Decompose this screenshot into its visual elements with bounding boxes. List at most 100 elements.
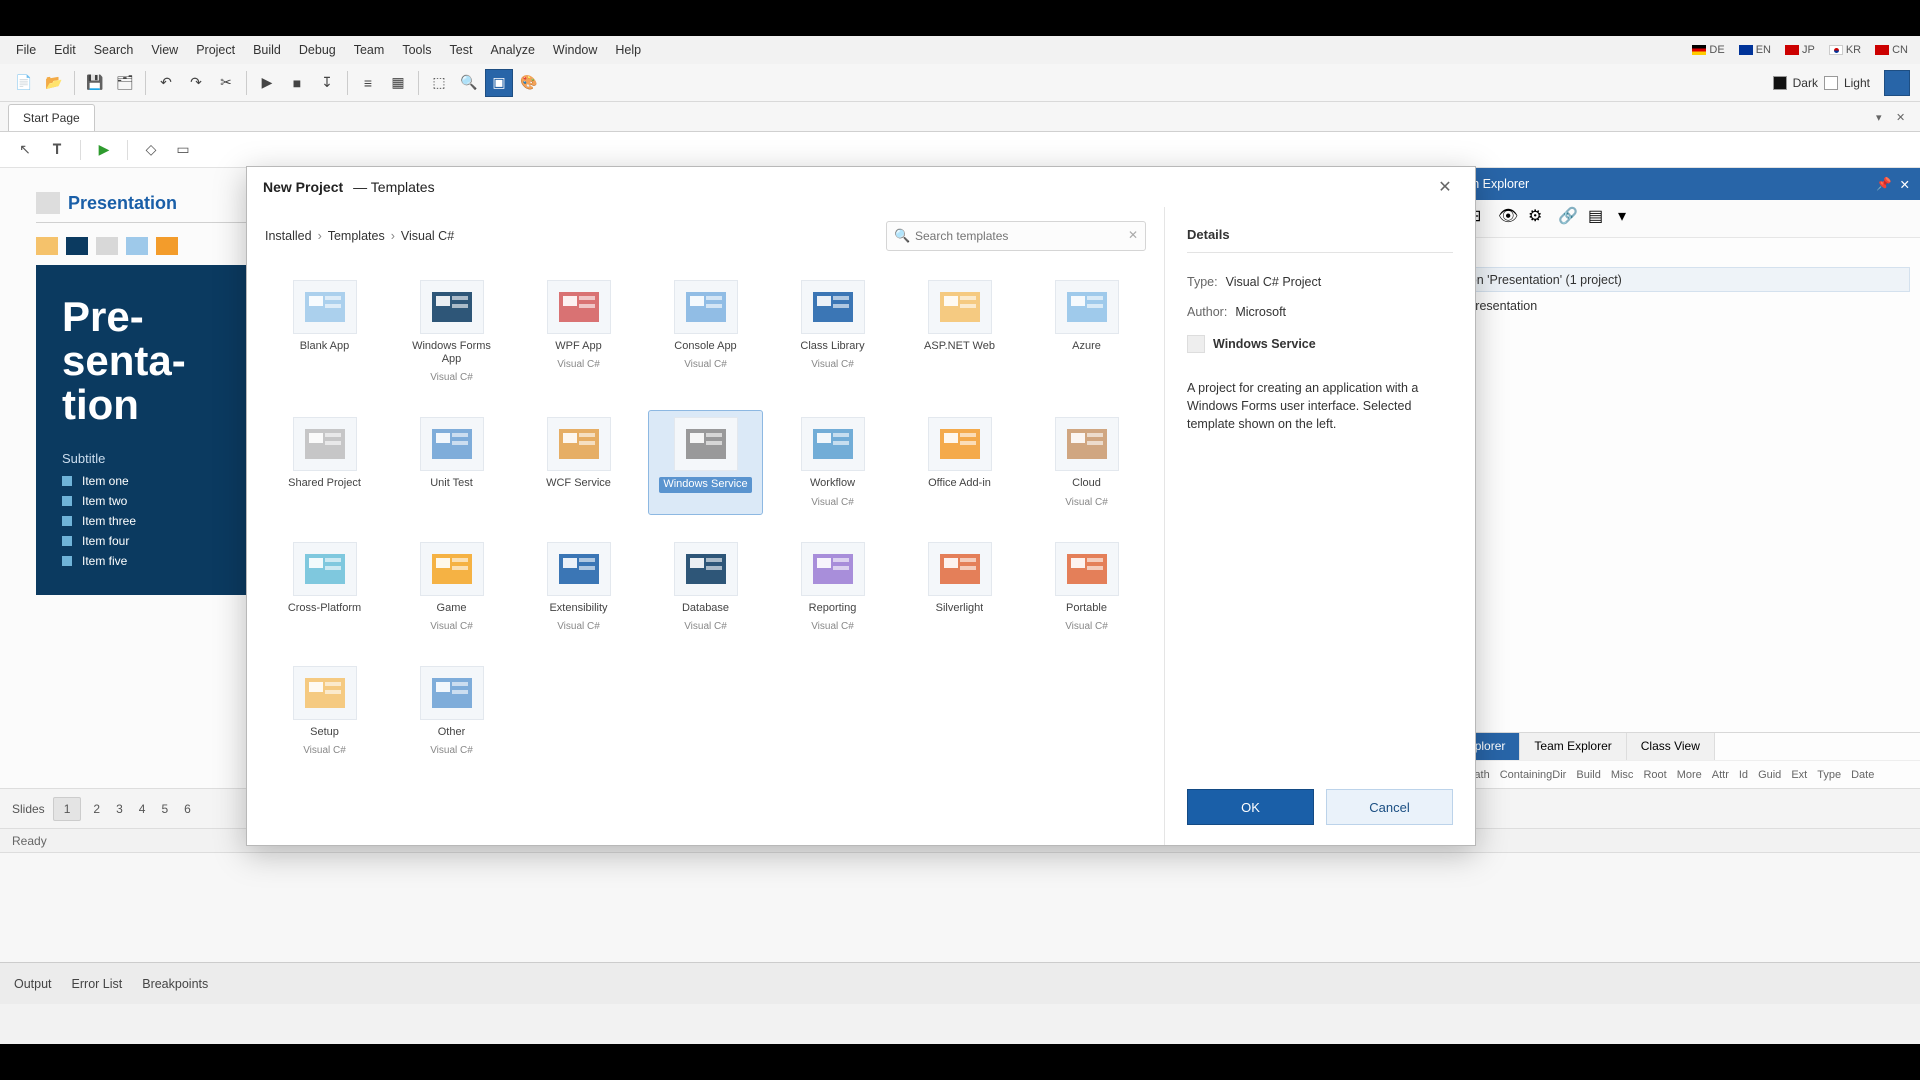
crumb[interactable]: Installed <box>265 229 312 243</box>
shape-tool-icon[interactable]: ◇ <box>138 137 164 163</box>
template-tile[interactable]: Silverlight <box>902 535 1017 639</box>
breakpoints-tab[interactable]: Breakpoints <box>140 973 210 995</box>
dialog-title-bar[interactable]: New Project — Templates ✕ <box>247 167 1475 207</box>
slide-thumb[interactable]: 1 <box>53 797 82 821</box>
color-swatch-light[interactable] <box>1824 76 1838 90</box>
show-all-icon[interactable]: 👁 <box>1498 206 1524 232</box>
properties-icon[interactable]: ⚙ <box>1528 206 1554 232</box>
output-tab[interactable]: Output <box>12 973 54 995</box>
play-slide-icon[interactable]: ▶ <box>91 137 117 163</box>
dialog-close-button[interactable]: ✕ <box>1431 173 1459 201</box>
panel-pin-icon[interactable]: 📌 <box>1876 177 1892 192</box>
template-tile[interactable]: Azure <box>1029 273 1144 390</box>
save-all-button[interactable]: 🗂 <box>111 69 139 97</box>
menu-tools[interactable]: Tools <box>394 39 439 61</box>
template-tile[interactable]: Windows Service <box>648 410 763 514</box>
preview-icon[interactable]: ▤ <box>1588 206 1614 232</box>
menu-edit[interactable]: Edit <box>46 39 84 61</box>
save-button[interactable]: 💾 <box>81 69 109 97</box>
menu-debug[interactable]: Debug <box>291 39 344 61</box>
slide-thumb[interactable]: 4 <box>135 802 150 816</box>
tree-project-node[interactable]: ▸ Presentation <box>1410 298 1910 313</box>
menu-help[interactable]: Help <box>607 39 649 61</box>
template-label: Setup <box>310 726 339 739</box>
menu-search[interactable]: Search <box>86 39 142 61</box>
color-swatch-dark[interactable] <box>1773 76 1787 90</box>
slide-thumb[interactable]: 3 <box>112 802 127 816</box>
filter-icon[interactable]: ▾ <box>1618 206 1644 232</box>
template-tile[interactable]: Cross-Platform <box>267 535 382 639</box>
panel-tab-team[interactable]: Team Explorer <box>1520 733 1626 760</box>
template-tile[interactable]: SetupVisual C# <box>267 659 382 763</box>
accent-button[interactable] <box>1884 70 1910 96</box>
error-list-tab[interactable]: Error List <box>70 973 125 995</box>
template-tile[interactable]: GameVisual C# <box>394 535 509 639</box>
zoom-button[interactable]: 🔍 <box>455 69 483 97</box>
panel-title-bar[interactable]: Solution Explorer 📌 ✕ <box>1400 168 1920 200</box>
pointer-tool-icon[interactable]: ↖ <box>12 137 38 163</box>
new-file-button[interactable]: 📄 <box>10 69 38 97</box>
tab-close-icon[interactable]: ✕ <box>1896 111 1912 127</box>
undo-button[interactable]: ↶ <box>152 69 180 97</box>
slide-thumb[interactable]: 5 <box>157 802 172 816</box>
text-tool-icon[interactable]: 𝐓 <box>44 137 70 163</box>
template-tile[interactable]: ReportingVisual C# <box>775 535 890 639</box>
template-tile[interactable]: PortableVisual C# <box>1029 535 1144 639</box>
menu-test[interactable]: Test <box>442 39 481 61</box>
template-tile[interactable]: Unit Test <box>394 410 509 514</box>
template-tile[interactable]: WCF Service <box>521 410 636 514</box>
panel-close-icon[interactable]: ✕ <box>1900 177 1910 192</box>
clear-search-icon[interactable]: ✕ <box>1128 228 1138 242</box>
grid-button[interactable]: ▦ <box>384 69 412 97</box>
present-button[interactable]: ▣ <box>485 69 513 97</box>
crumb[interactable]: Visual C# <box>401 229 454 243</box>
template-tile[interactable]: Console AppVisual C# <box>648 273 763 390</box>
ok-button[interactable]: OK <box>1187 789 1314 825</box>
template-tile[interactable]: Office Add-in <box>902 410 1017 514</box>
language-switch-cn[interactable]: CN <box>1867 41 1912 59</box>
theme-button[interactable]: 🎨 <box>515 69 543 97</box>
template-tile[interactable]: Blank App <box>267 273 382 390</box>
run-button[interactable]: ▶ <box>253 69 281 97</box>
search-input[interactable] <box>886 221 1146 251</box>
solution-tree[interactable]: ⌕ ▣ Solution 'Presentation' (1 project) … <box>1400 238 1920 732</box>
menu-file[interactable]: File <box>8 39 44 61</box>
template-tile[interactable]: WorkflowVisual C# <box>775 410 890 514</box>
select-button[interactable]: ⬚ <box>425 69 453 97</box>
language-switch-en[interactable]: EN <box>1731 41 1775 59</box>
menu-window[interactable]: Window <box>545 39 605 61</box>
redo-button[interactable]: ↷ <box>182 69 210 97</box>
open-button[interactable]: 📂 <box>40 69 68 97</box>
language-switch-kr[interactable]: KR <box>1821 41 1865 59</box>
tab-start-page[interactable]: Start Page <box>8 104 95 131</box>
menu-project[interactable]: Project <box>188 39 243 61</box>
language-switch-de[interactable]: DE <box>1684 41 1728 59</box>
tab-dropdown-icon[interactable]: ▾ <box>1876 111 1892 127</box>
language-switch-jp[interactable]: JP <box>1777 41 1819 59</box>
image-tool-icon[interactable]: ▭ <box>170 137 196 163</box>
align-left-button[interactable]: ≡ <box>354 69 382 97</box>
template-tile[interactable]: Windows Forms AppVisual C# <box>394 273 509 390</box>
sync-icon[interactable]: 🔗 <box>1558 206 1584 232</box>
tree-root-node[interactable]: ▣ Solution 'Presentation' (1 project) <box>1410 267 1910 292</box>
template-tile[interactable]: ASP.NET Web <box>902 273 1017 390</box>
template-tile[interactable]: DatabaseVisual C# <box>648 535 763 639</box>
menu-build[interactable]: Build <box>245 39 289 61</box>
cancel-button[interactable]: Cancel <box>1326 789 1453 825</box>
slide-thumb[interactable]: 2 <box>89 802 104 816</box>
cut-button[interactable]: ✂ <box>212 69 240 97</box>
template-tile[interactable]: CloudVisual C# <box>1029 410 1144 514</box>
crumb[interactable]: Templates <box>328 229 385 243</box>
template-tile[interactable]: ExtensibilityVisual C# <box>521 535 636 639</box>
menu-view[interactable]: View <box>143 39 186 61</box>
template-tile[interactable]: Class LibraryVisual C# <box>775 273 890 390</box>
template-tile[interactable]: WPF AppVisual C# <box>521 273 636 390</box>
stop-button[interactable]: ■ <box>283 69 311 97</box>
template-tile[interactable]: OtherVisual C# <box>394 659 509 763</box>
menu-team[interactable]: Team <box>346 39 393 61</box>
menu-analyze[interactable]: Analyze <box>482 39 542 61</box>
step-button[interactable]: ↧ <box>313 69 341 97</box>
panel-tab-class[interactable]: Class View <box>1627 733 1715 760</box>
slide-thumb[interactable]: 6 <box>180 802 195 816</box>
template-tile[interactable]: Shared Project <box>267 410 382 514</box>
